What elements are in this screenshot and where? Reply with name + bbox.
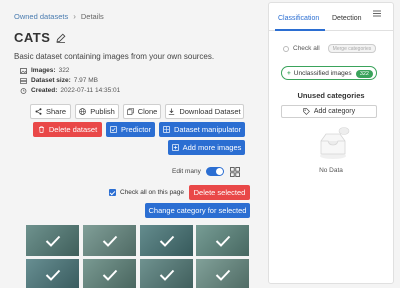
- breadcrumb-details: Details: [80, 12, 104, 21]
- delete-dataset-label: Delete dataset: [48, 125, 98, 134]
- tab-classification[interactable]: Classification: [278, 15, 319, 22]
- trash-icon: [38, 126, 44, 133]
- dataset-title: CATS: [14, 30, 51, 45]
- created-label: Created:: [31, 87, 58, 94]
- panel-check-all-label: Check all: [293, 45, 320, 52]
- unclassified-count-badge: 322: [355, 69, 373, 78]
- menu-icon[interactable]: [373, 10, 381, 17]
- tag-icon: [303, 108, 310, 115]
- add-category-label: Add category: [313, 108, 356, 115]
- predictor-button[interactable]: Predictor: [106, 122, 155, 137]
- dataset-manipulator-label: Dataset manipulator: [173, 125, 242, 134]
- gallery-image[interactable]: [26, 225, 79, 256]
- gallery-image[interactable]: [83, 225, 136, 256]
- check-all-page-label: Check all on this page: [120, 189, 184, 196]
- gallery-image[interactable]: [140, 259, 193, 288]
- check-icon: [159, 269, 174, 281]
- meta-size: Dataset size: 7.97 MB: [20, 77, 98, 84]
- panel-check-all-checkbox[interactable]: [283, 45, 289, 52]
- tab-detection[interactable]: Detection: [332, 15, 362, 22]
- share-icon: [35, 108, 42, 115]
- add-image-icon: [171, 144, 179, 151]
- copy-icon: [126, 108, 134, 115]
- check-icon: [215, 269, 230, 281]
- size-value: 7.97 MB: [73, 77, 98, 84]
- breadcrumb: Owned datasets › Details: [14, 12, 104, 21]
- chevron-right-icon: ›: [73, 12, 76, 21]
- meta-images: Images: 322: [20, 67, 69, 74]
- storage-icon: [20, 77, 27, 84]
- check-icon: [215, 235, 230, 247]
- add-category-button[interactable]: Add category: [281, 105, 377, 118]
- title-row: CATS: [14, 30, 66, 45]
- manipulator-icon: [163, 126, 170, 133]
- globe-icon: [79, 108, 86, 115]
- images-label: Images:: [31, 67, 56, 74]
- merge-categories-button[interactable]: Merge categories: [328, 44, 376, 53]
- share-button[interactable]: Share: [30, 104, 71, 119]
- dataset-manipulator-button[interactable]: Dataset manipulator: [159, 122, 245, 137]
- meta-created: Created: 2022-07-11 14:35:01: [20, 87, 120, 94]
- download-icon: [169, 108, 175, 115]
- publish-button[interactable]: Publish: [75, 104, 119, 119]
- breadcrumb-owned-datasets[interactable]: Owned datasets: [14, 12, 68, 21]
- images-value: 322: [58, 67, 70, 74]
- download-label: Download Dataset: [179, 107, 241, 116]
- image-icon: [20, 67, 27, 74]
- check-all-page-checkbox[interactable]: [109, 189, 116, 196]
- delete-selected-button[interactable]: Delete selected: [189, 185, 250, 200]
- pencil-icon[interactable]: [56, 33, 66, 43]
- gallery-image[interactable]: [196, 259, 249, 288]
- unclassified-label: Unclassified images: [293, 69, 352, 77]
- download-dataset-button[interactable]: Download Dataset: [165, 104, 244, 119]
- clone-label: Clone: [137, 107, 158, 116]
- empty-inbox-icon: [320, 127, 350, 159]
- check-all-on-page[interactable]: Check all on this page: [109, 189, 184, 196]
- dataset-details-main: Owned datasets › Details CATS Basic data…: [0, 0, 262, 288]
- gallery-image[interactable]: [196, 225, 249, 256]
- no-data-text: No Data: [319, 167, 343, 174]
- gallery-image[interactable]: [83, 259, 136, 288]
- check-icon: [102, 269, 117, 281]
- predictor-icon: [110, 126, 117, 133]
- add-more-images-label: Add more images: [182, 143, 242, 152]
- image-gallery: [26, 225, 251, 288]
- unused-categories-title: Unused categories: [297, 91, 365, 100]
- edit-many-control: Edit many: [172, 167, 224, 176]
- check-icon: [45, 235, 60, 247]
- change-category-button[interactable]: Change category for selected: [145, 203, 250, 218]
- edit-many-toggle[interactable]: [205, 167, 224, 176]
- clock-icon: [20, 87, 27, 94]
- categories-panel: Classification Detection Check all Merge…: [268, 2, 394, 284]
- created-value: 2022-07-11 14:35:01: [60, 87, 121, 94]
- unclassified-images-chip[interactable]: + Unclassified images 322: [281, 66, 377, 80]
- gallery-image[interactable]: [26, 259, 79, 288]
- delete-selected-label: Delete selected: [193, 188, 246, 197]
- panel-tabs: Classification Detection: [269, 3, 393, 31]
- size-label: Dataset size:: [31, 77, 71, 84]
- check-icon: [159, 235, 174, 247]
- panel-check-all[interactable]: Check all: [283, 45, 320, 52]
- check-icon: [45, 269, 60, 281]
- grid-view-icon[interactable]: [230, 167, 240, 177]
- dataset-description: Basic dataset containing images from you…: [14, 52, 215, 61]
- predictor-label: Predictor: [120, 125, 151, 134]
- plus-icon: +: [287, 69, 291, 77]
- delete-dataset-button[interactable]: Delete dataset: [33, 122, 102, 137]
- gallery-image[interactable]: [140, 225, 193, 256]
- publish-label: Publish: [90, 107, 115, 116]
- add-more-images-button[interactable]: Add more images: [168, 140, 245, 155]
- check-icon: [102, 235, 117, 247]
- clone-button[interactable]: Clone: [123, 104, 161, 119]
- change-category-label: Change category for selected: [148, 206, 247, 215]
- edit-many-label: Edit many: [172, 168, 201, 175]
- active-tab-indicator: [275, 29, 325, 31]
- share-label: Share: [45, 107, 66, 116]
